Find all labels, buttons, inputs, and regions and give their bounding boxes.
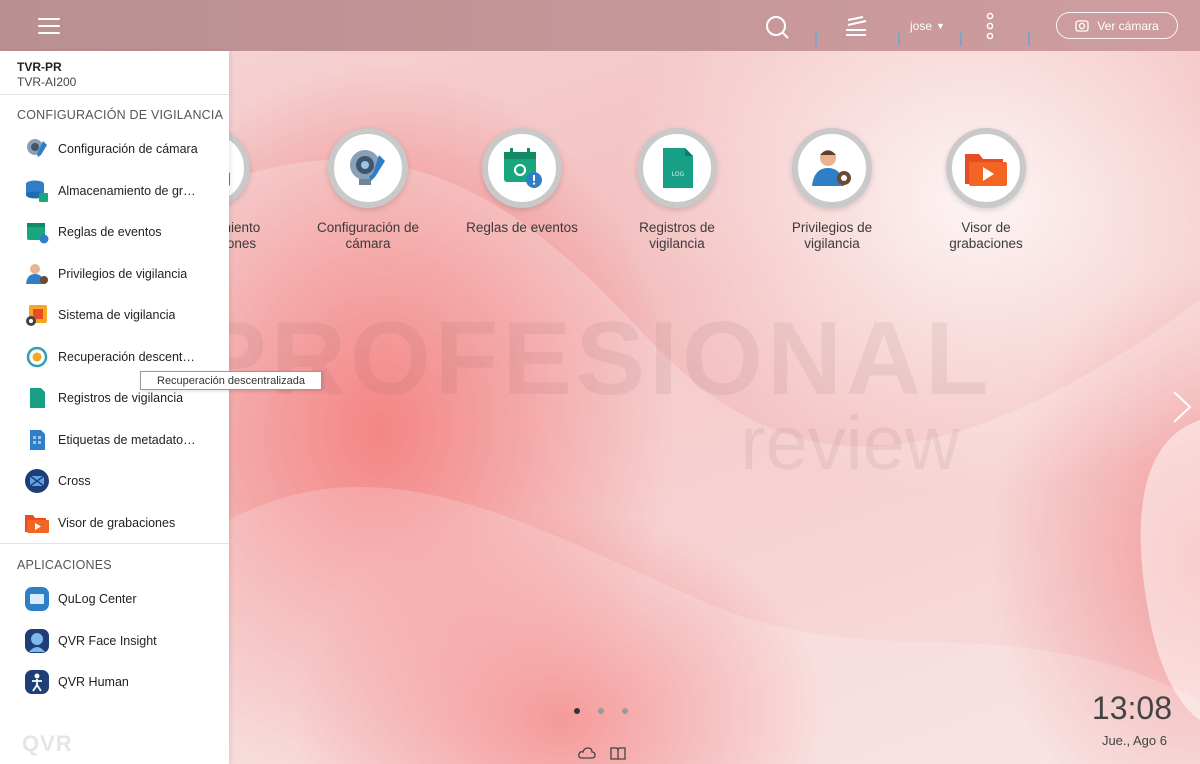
- more-options-button[interactable]: [978, 10, 1002, 42]
- top-bar: jose ▼ Ver cámara: [0, 0, 1200, 51]
- app-label: Registros de vigilancia: [639, 220, 715, 251]
- sidebar-item-recording-viewer[interactable]: Visor de grabaciones: [0, 502, 229, 543]
- section-title-surveillance: CONFIGURACIÓN DE VIGILANCIA: [17, 108, 224, 122]
- page-indicator-3[interactable]: [622, 708, 628, 714]
- app-label: Privilegios de vigilancia: [791, 220, 873, 251]
- search-icon: [766, 16, 789, 39]
- sidebar-item-label: Etiquetas de metadatos de vídeo: [58, 432, 198, 447]
- app-label: Reglas de eventos: [466, 220, 578, 235]
- device-model: TVR-AI200: [17, 75, 77, 89]
- sidebar-item-metadata-tags[interactable]: Etiquetas de metadatos de vídeo: [0, 419, 229, 460]
- app-icon-frame: LOG: [637, 128, 717, 208]
- qvr-logo: QVR: [22, 731, 73, 756]
- app-icon-frame: [482, 128, 562, 208]
- section-title-applications: APLICACIONES: [17, 558, 112, 572]
- desktop-app-logs[interactable]: LOG Registros de vigilancia: [602, 128, 752, 252]
- page-indicator-2[interactable]: [598, 708, 604, 714]
- app-icon-frame: [792, 128, 872, 208]
- username: jose: [910, 19, 933, 33]
- tooltip: Recuperación descentralizada: [140, 371, 322, 390]
- sidebar-item-label: Recuperación descentralizada: [58, 349, 198, 364]
- app-icon-frame: [946, 128, 1026, 208]
- bottom-dock: [578, 746, 626, 760]
- camera-icon: [1075, 19, 1089, 32]
- system-icon: [26, 304, 47, 326]
- divider: [0, 94, 229, 95]
- desktop-app-camera-settings[interactable]: Configuración de cámara: [293, 128, 443, 252]
- search-button[interactable]: [760, 12, 794, 42]
- background-tasks-button[interactable]: [838, 12, 874, 42]
- view-camera-label: Ver cámara: [1097, 18, 1159, 33]
- hamburger-icon: [38, 18, 60, 34]
- sidebar-item-cross[interactable]: Cross: [0, 460, 229, 501]
- watermark-subtext: review: [740, 401, 960, 486]
- sidebar-item-label: Cross: [58, 473, 91, 488]
- page-indicator-1[interactable]: [574, 708, 580, 714]
- main-menu-sidebar: TVR-PR TVR-AI200 CONFIGURACIÓN DE VIGILA…: [0, 51, 229, 764]
- clock-time: 13:08: [1091, 690, 1172, 726]
- desktop-app-recording-viewer[interactable]: Visor de grabaciones: [911, 128, 1061, 252]
- human-icon: [25, 669, 49, 694]
- sidebar-item-system[interactable]: Sistema de vigilancia: [0, 294, 229, 335]
- sidebar-item-label: QVR Human: [58, 674, 129, 689]
- log-badge-text: LOG: [672, 171, 685, 178]
- toolbar-tick: [960, 32, 962, 46]
- sidebar-item-privileges[interactable]: Privilegios de vigilancia: [0, 253, 229, 294]
- sidebar-item-label: QuLog Center: [58, 591, 137, 606]
- sidebar-item-label: Reglas de eventos: [58, 224, 162, 239]
- desktop-app-event-rules[interactable]: Reglas de eventos: [447, 128, 597, 236]
- event-rules-icon: [27, 222, 49, 243]
- sidebar-item-label: Configuración de cámara: [58, 141, 198, 156]
- qulog-icon: [25, 586, 49, 611]
- sidebar-item-label: QVR Face Insight: [58, 633, 157, 648]
- sidebar-item-label: Sistema de vigilancia: [58, 307, 176, 322]
- clock-date: Jue., Ago 6: [1101, 733, 1167, 748]
- cross-icon: [25, 468, 49, 493]
- sidebar-item-label: Almacenamiento de grabaciones: [58, 183, 198, 198]
- toolbar-tick: [815, 32, 817, 46]
- caret-down-icon: ▼: [936, 21, 945, 31]
- event-rules-icon: [504, 148, 542, 188]
- sidebar-item-qvr-human[interactable]: QVR Human: [0, 661, 229, 702]
- device-info: TVR-PR TVR-AI200: [17, 60, 76, 89]
- desktop-app-privileges[interactable]: Privilegios de vigilancia: [757, 128, 907, 252]
- sidebar-item-label: Registros de vigilancia: [58, 390, 184, 405]
- app-icon-frame: [328, 128, 408, 208]
- recovery-icon: [26, 346, 48, 367]
- main-menu-button[interactable]: [30, 10, 68, 42]
- book-icon[interactable]: [610, 746, 626, 760]
- face-insight-icon: [25, 628, 49, 653]
- recording-viewer-icon: [25, 514, 49, 533]
- camera-settings-icon: [350, 150, 385, 185]
- toolbar-tick: [898, 32, 900, 46]
- sidebar-item-label: Privilegios de vigilancia: [58, 266, 188, 281]
- user-menu-button[interactable]: jose ▼: [910, 14, 945, 38]
- recording-viewer-icon: [965, 154, 1007, 186]
- app-label: Configuración de cámara: [316, 220, 420, 251]
- device-name: TVR-PR: [17, 60, 62, 74]
- sidebar-item-event-rules[interactable]: Reglas de eventos: [0, 211, 229, 252]
- app-label: Visor de grabaciones: [949, 220, 1023, 251]
- camera-settings-icon: [27, 138, 47, 157]
- divider: [0, 543, 229, 544]
- tasks-icon: [846, 16, 867, 36]
- sidebar-item-label: Visor de grabaciones: [58, 515, 176, 530]
- logs-icon: [30, 387, 45, 408]
- privileges-icon: [26, 263, 48, 284]
- sidebar-item-qulog[interactable]: QuLog Center: [0, 578, 229, 619]
- storage-icon: [26, 180, 48, 202]
- metadata-tags-icon: [30, 429, 45, 450]
- privileges-icon: [812, 150, 851, 186]
- sidebar-item-face-insight[interactable]: QVR Face Insight: [0, 620, 229, 661]
- toolbar-tick: [1028, 32, 1030, 46]
- next-page-arrow[interactable]: [1170, 390, 1194, 424]
- sidebar-item-camera-settings[interactable]: Configuración de cámara: [0, 128, 229, 169]
- vertical-dots-icon: [986, 12, 994, 40]
- cloud-icon[interactable]: [578, 746, 596, 760]
- sidebar-item-storage[interactable]: Almacenamiento de grabaciones: [0, 170, 229, 211]
- logs-icon: LOG: [663, 148, 693, 188]
- view-camera-button[interactable]: Ver cámara: [1056, 12, 1178, 39]
